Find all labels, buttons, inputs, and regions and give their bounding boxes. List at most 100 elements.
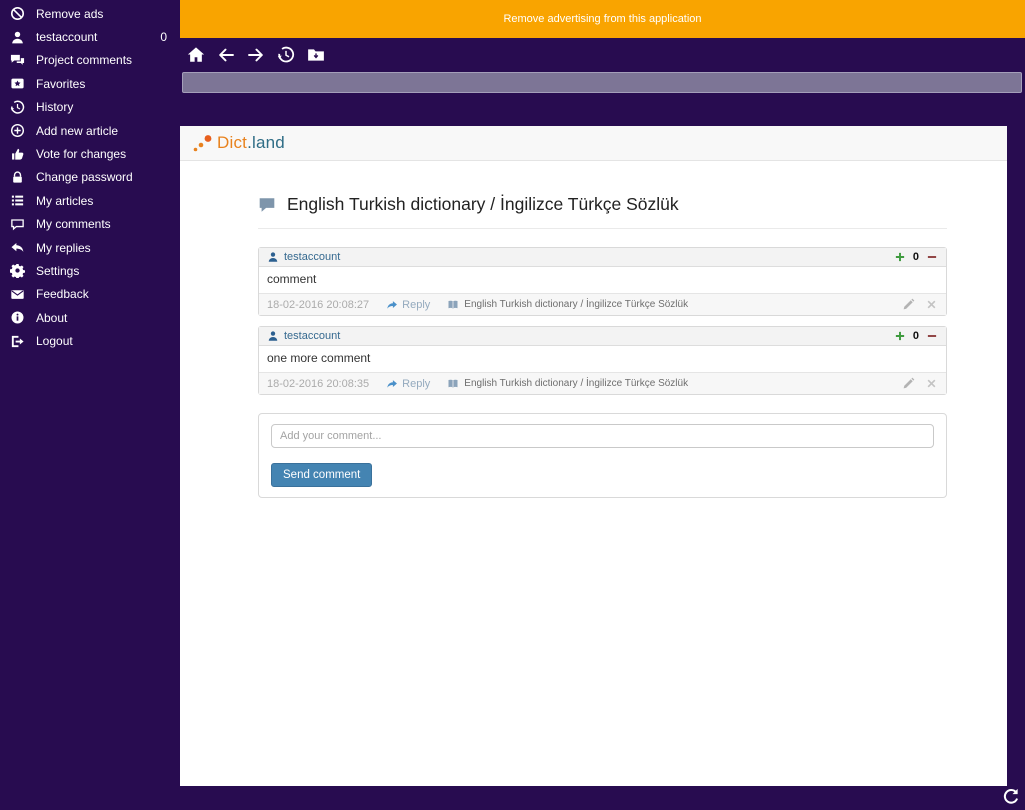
vote-icon bbox=[9, 146, 25, 162]
user-icon bbox=[9, 29, 25, 45]
sidebar-item-label: Logout bbox=[36, 334, 73, 349]
sidebar-item-remove-ads[interactable]: Remove ads bbox=[0, 2, 180, 25]
user-icon bbox=[267, 251, 279, 263]
reply-arrow-icon bbox=[386, 378, 398, 390]
sidebar-item-label: Add new article bbox=[36, 123, 119, 138]
book-icon bbox=[447, 299, 459, 311]
add-article-icon bbox=[9, 123, 25, 139]
back-button[interactable] bbox=[216, 46, 235, 65]
sidebar-item-label: About bbox=[36, 310, 68, 325]
comment-actions bbox=[902, 377, 938, 390]
minus-icon bbox=[927, 335, 937, 337]
sidebar-item-vote[interactable]: Vote for changes bbox=[0, 142, 180, 165]
sidebar-item-favorites[interactable]: Favorites bbox=[0, 72, 180, 95]
account-score-badge: 0 bbox=[160, 30, 167, 45]
page-header: Dict.land bbox=[180, 126, 1007, 161]
forward-icon bbox=[247, 48, 263, 62]
sidebar-item-about[interactable]: About bbox=[0, 306, 180, 329]
sidebar-item-label: Settings bbox=[36, 263, 80, 278]
comment-header: testaccount 0 bbox=[259, 248, 946, 267]
sidebar-item-my-articles[interactable]: My articles bbox=[0, 189, 180, 212]
vote-down-button[interactable] bbox=[926, 330, 938, 342]
comment-article-link[interactable]: English Turkish dictionary / İngilizce T… bbox=[447, 299, 688, 311]
mail-icon bbox=[9, 286, 25, 302]
vote-controls: 0 bbox=[894, 330, 938, 342]
sidebar-item-label: testaccount bbox=[36, 30, 98, 45]
article-link-label: English Turkish dictionary / İngilizce T… bbox=[464, 378, 689, 389]
sidebar-item-label: History bbox=[36, 100, 74, 115]
speech-bubble-icon bbox=[258, 196, 276, 214]
comment-input[interactable] bbox=[271, 424, 934, 448]
info-icon bbox=[9, 310, 25, 326]
comment-timestamp: 18-02-2016 20:08:35 bbox=[267, 377, 370, 390]
sidebar-item-project-comments[interactable]: Project comments bbox=[0, 49, 180, 72]
favorites-icon bbox=[9, 76, 25, 92]
address-bar[interactable] bbox=[182, 72, 1022, 93]
sidebar-item-label: Feedback bbox=[36, 287, 89, 302]
minus-icon bbox=[927, 256, 937, 258]
sidebar-item-label: My articles bbox=[36, 193, 94, 208]
comment-actions bbox=[902, 298, 938, 311]
logout-icon bbox=[9, 333, 25, 349]
sidebar-item-label: Favorites bbox=[36, 76, 86, 91]
pencil-icon bbox=[903, 298, 915, 310]
remove-ads-banner-label: Remove advertising from this application bbox=[503, 13, 702, 25]
sidebar-item-label: My replies bbox=[36, 240, 91, 255]
comment-body: one more comment bbox=[267, 351, 371, 365]
vote-up-button[interactable] bbox=[894, 330, 906, 342]
reply-button[interactable]: Reply bbox=[386, 299, 430, 311]
address-bar-input[interactable] bbox=[183, 73, 1021, 93]
sidebar-item-add-article[interactable]: Add new article bbox=[0, 119, 180, 142]
gear-icon bbox=[9, 263, 25, 279]
lock-icon bbox=[9, 169, 25, 185]
pencil-icon bbox=[903, 377, 915, 389]
back-icon bbox=[218, 48, 234, 62]
comment-author-link[interactable]: testaccount bbox=[284, 330, 340, 342]
sidebar-item-my-comments[interactable]: My comments bbox=[0, 213, 180, 236]
sidebar-item-account[interactable]: testaccount 0 bbox=[0, 25, 180, 48]
edit-comment-button[interactable] bbox=[902, 298, 915, 311]
dictland-logo[interactable]: Dict.land bbox=[192, 133, 285, 153]
sidebar-item-history[interactable]: History bbox=[0, 96, 180, 119]
reply-button[interactable]: Reply bbox=[386, 378, 430, 390]
content-page: Dict.land English Turkish dictionary / İ… bbox=[180, 126, 1007, 786]
history-button[interactable] bbox=[276, 46, 295, 65]
sidebar-item-settings[interactable]: Settings bbox=[0, 259, 180, 282]
remove-ads-banner[interactable]: Remove advertising from this application bbox=[180, 0, 1025, 38]
project-comments-icon bbox=[9, 52, 25, 68]
comment-score: 0 bbox=[912, 330, 919, 342]
vote-up-button[interactable] bbox=[894, 251, 906, 263]
edit-comment-button[interactable] bbox=[902, 377, 915, 390]
page-title: English Turkish dictionary / İngilizce T… bbox=[287, 194, 679, 214]
reply-label: Reply bbox=[402, 298, 431, 311]
sidebar-item-label: Remove ads bbox=[36, 6, 104, 21]
comment-icon bbox=[9, 216, 25, 232]
comment-card: testaccount 0 one more comment 18-02-201… bbox=[258, 326, 947, 395]
folder-download-button[interactable] bbox=[306, 46, 325, 65]
sidebar-item-change-password[interactable]: Change password bbox=[0, 166, 180, 189]
reply-icon bbox=[9, 240, 25, 256]
plus-icon bbox=[895, 331, 904, 341]
delete-comment-button[interactable] bbox=[925, 377, 938, 390]
refresh-button[interactable] bbox=[1002, 788, 1021, 807]
sidebar-item-feedback[interactable]: Feedback bbox=[0, 283, 180, 306]
sidebar: Remove ads testaccount 0 Project comment… bbox=[0, 0, 180, 810]
comment-article-link[interactable]: English Turkish dictionary / İngilizce T… bbox=[447, 378, 688, 390]
logo-text: Dict.land bbox=[217, 133, 285, 152]
vote-down-button[interactable] bbox=[926, 251, 938, 263]
sidebar-item-my-replies[interactable]: My replies bbox=[0, 236, 180, 259]
forward-button[interactable] bbox=[246, 46, 265, 65]
comment-footer: 18-02-2016 20:08:35 Reply English Turkis… bbox=[259, 372, 946, 394]
delete-comment-button[interactable] bbox=[925, 298, 938, 311]
close-icon bbox=[927, 300, 936, 309]
vote-controls: 0 bbox=[894, 251, 938, 263]
reply-arrow-icon bbox=[386, 299, 398, 311]
logo-dots-icon bbox=[193, 135, 212, 152]
plus-icon bbox=[895, 252, 904, 262]
send-comment-button[interactable]: Send comment bbox=[271, 463, 373, 487]
article-title-row: English Turkish dictionary / İngilizce T… bbox=[258, 194, 947, 215]
comment-author-link[interactable]: testaccount bbox=[284, 251, 340, 263]
sidebar-item-logout[interactable]: Logout bbox=[0, 329, 180, 352]
home-button[interactable] bbox=[186, 46, 205, 65]
reply-label: Reply bbox=[402, 377, 431, 390]
